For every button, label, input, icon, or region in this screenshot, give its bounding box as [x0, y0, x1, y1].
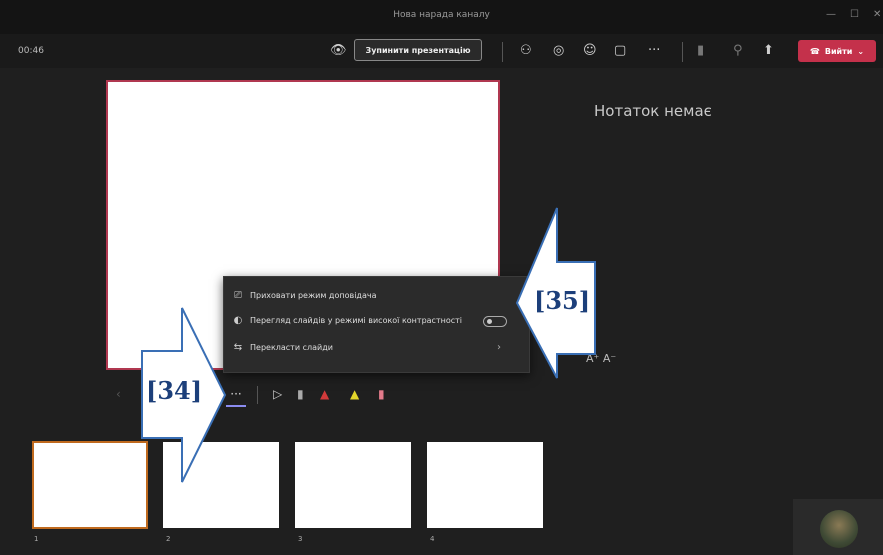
callout-arrows — [141, 207, 596, 483]
callout-label-35: [35] — [534, 286, 591, 315]
callout-label-34: [34] — [146, 376, 203, 405]
